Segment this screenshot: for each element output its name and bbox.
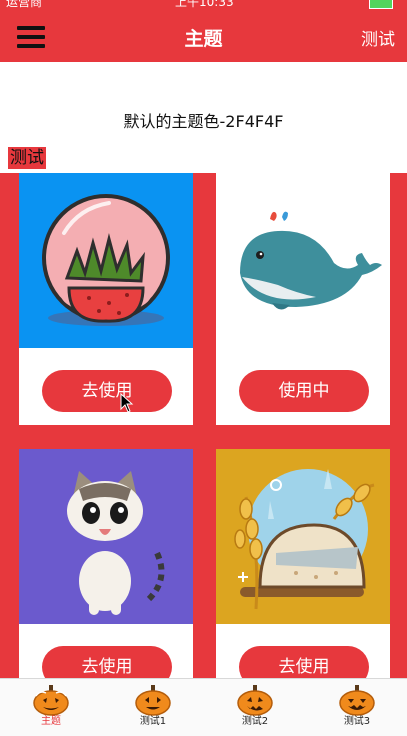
theme-card-3: 去使用 xyxy=(19,449,193,678)
status-bar: 运营商 上午10:33 xyxy=(0,0,407,12)
nav-bar: 主题 测试 xyxy=(0,12,407,62)
test-tag: 测试 xyxy=(8,147,46,169)
tab-theme[interactable]: 主题 xyxy=(0,679,102,736)
theme-card-3-actions: 去使用 xyxy=(19,624,193,678)
theme-card-2-actions: 使用中 xyxy=(216,348,390,425)
page-title: 主题 xyxy=(184,28,223,50)
carrier-label: 运营商 xyxy=(6,0,43,9)
pumpkin-icon xyxy=(237,685,273,716)
in-use-button[interactable]: 使用中 xyxy=(239,370,369,412)
pumpkin-icon xyxy=(135,685,171,716)
pumpkin-icon xyxy=(339,685,375,716)
cat-icon xyxy=(19,449,193,624)
theme-card-1: 去使用 xyxy=(19,173,193,425)
theme-grid: 去使用 使用中 去使用 去使用 xyxy=(0,173,407,678)
theme-card-2: 使用中 xyxy=(216,173,390,425)
time-label: 上午10:33 xyxy=(175,0,234,9)
tab-test1-label: 测试1 xyxy=(139,716,167,727)
theme-color-info: 默认的主题色-2F4F4F xyxy=(123,112,284,131)
use-theme-button[interactable]: 去使用 xyxy=(239,646,369,678)
tab-test3[interactable]: 测试3 xyxy=(306,679,407,736)
tab-theme-label: 主题 xyxy=(41,716,61,727)
nav-right-button[interactable]: 测试 xyxy=(361,25,395,50)
theme-card-4: 去使用 xyxy=(216,449,390,678)
use-theme-button[interactable]: 去使用 xyxy=(42,646,172,678)
strawberry-icon xyxy=(19,173,193,348)
use-theme-button[interactable]: 去使用 xyxy=(42,370,172,412)
tab-bar: 主题 测试1 测试2 测试3 xyxy=(0,678,407,736)
theme-card-1-actions: 去使用 xyxy=(19,348,193,425)
tab-test2-label: 测试2 xyxy=(241,716,269,727)
theme-card-4-actions: 去使用 xyxy=(216,624,390,678)
tab-test1[interactable]: 测试1 xyxy=(102,679,204,736)
cursor-icon xyxy=(120,393,134,413)
pumpkin-icon xyxy=(33,685,69,716)
whale-icon xyxy=(216,173,390,348)
battery-icon xyxy=(369,0,393,9)
bread-wheat-icon xyxy=(216,449,390,624)
tab-test3-label: 测试3 xyxy=(343,716,371,727)
tab-test2[interactable]: 测试2 xyxy=(204,679,306,736)
